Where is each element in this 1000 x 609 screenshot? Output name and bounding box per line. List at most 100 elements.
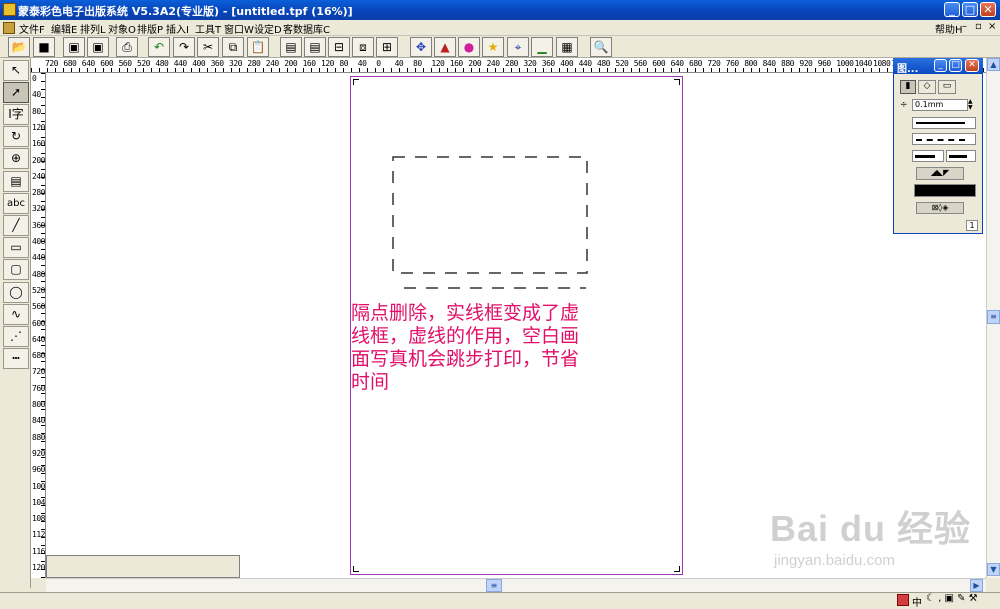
import-button[interactable]: ▣ (63, 37, 85, 57)
watermark-url: jingyan.baidu.com (774, 552, 895, 569)
doc-restore-button[interactable]: ▫ (975, 21, 982, 32)
curve-icon: ∿ (10, 307, 22, 321)
panel-tab-shadow[interactable]: ▭ (938, 80, 956, 94)
map-button[interactable]: ⌖ (507, 37, 529, 57)
ellipse-tool[interactable]: ◯ (3, 282, 29, 303)
arrange-icon: ⊞ (381, 40, 393, 54)
ime-tools-icon[interactable]: ☾ ‚ ▣ ✎ ⚒ (926, 593, 978, 604)
menu-insert[interactable]: 插入I (166, 21, 189, 36)
group-button[interactable]: ⧈ (352, 37, 374, 57)
horizontal-scrollbar[interactable]: ≡ ▶ (46, 578, 986, 592)
move-button[interactable]: ✥ (410, 37, 432, 57)
abc-tool[interactable]: abc (3, 193, 29, 214)
vertical-ruler: 0 40 80 120 160 200 240 280 320 360 400 440 480 520 56… (31, 73, 46, 578)
join-style-buttons[interactable]: ◢◣◤ (916, 167, 964, 180)
vscroll-thumb[interactable]: ≡ (987, 310, 1000, 324)
doc-minimize-button[interactable]: – (962, 21, 967, 32)
group-icon: ⧈ (359, 40, 367, 54)
ime-icon[interactable] (897, 594, 909, 606)
menu-settings[interactable]: 设定D (254, 21, 282, 36)
undo-button[interactable]: ↶ (148, 37, 170, 57)
star-button[interactable]: ★ (482, 37, 504, 57)
panel-tab-fill[interactable]: ◇ (918, 80, 936, 94)
rounded-rect-icon: ▢ (10, 262, 22, 276)
hscroll-thumb[interactable]: ≡ (486, 579, 502, 592)
paste-button[interactable]: 📋 (247, 37, 269, 57)
menu-arrange[interactable]: 排列L (80, 21, 106, 36)
dashed-frame[interactable] (392, 156, 588, 291)
zoom-tool[interactable]: ⊕ (3, 148, 29, 169)
export-button[interactable]: ▣ (87, 37, 109, 57)
line-width-icon: ÷ (900, 100, 908, 110)
undo-icon: ↶ (153, 40, 165, 54)
menu-help[interactable]: 帮助H (935, 21, 963, 36)
pen-options-icon: ⊠◊◈ (931, 203, 949, 212)
end-arrow-select[interactable] (946, 150, 976, 162)
frame2-button[interactable]: ▤ (304, 37, 326, 57)
select-tool[interactable]: ➚ (3, 82, 29, 103)
vertical-scrollbar[interactable]: ▲ ≡ ▼ (986, 58, 1000, 578)
arrange-button[interactable]: ⊞ (376, 37, 398, 57)
table-button[interactable]: ▦ (556, 37, 578, 57)
color-wheel-button[interactable]: ● (458, 37, 480, 57)
rotate-tool[interactable]: ↻ (3, 126, 29, 147)
hruler-label: 320 (229, 59, 242, 68)
menu-window[interactable]: 窗口W (224, 21, 254, 36)
scroll-up-button[interactable]: ▲ (987, 58, 1000, 71)
print-button[interactable]: ⎙ (116, 37, 138, 57)
panel-tab-pen[interactable]: ▮ (900, 80, 916, 94)
rounded-rect-tool[interactable]: ▢ (3, 259, 29, 280)
app-icon[interactable] (3, 3, 16, 16)
arrow-tool[interactable]: ↖ (3, 60, 29, 81)
align-button[interactable]: ⊟ (328, 37, 350, 57)
hruler-label: 280 (505, 59, 518, 68)
rect-tool[interactable]: ▭ (3, 237, 29, 258)
line-color-select[interactable] (914, 184, 976, 197)
vruler-label: 80 (32, 106, 41, 116)
shadow-icon: ▭ (942, 81, 952, 91)
doc-icon[interactable] (3, 22, 15, 34)
preview-button[interactable]: 🔍 (590, 37, 612, 57)
line-width-spinner[interactable]: ▲ ▼ (968, 99, 976, 111)
panel-maximize-button[interactable]: □ (949, 59, 962, 72)
doc-close-button[interactable]: × (988, 21, 996, 32)
export-icon: ▣ (92, 40, 104, 54)
hruler-label: 600 (100, 59, 114, 68)
close-button[interactable]: ✕ (980, 2, 996, 17)
text-tool[interactable]: I字 (3, 104, 29, 125)
layer-button[interactable]: ▁ (531, 37, 553, 57)
line-style-select[interactable] (912, 117, 976, 129)
maximize-button[interactable]: □ (962, 2, 978, 17)
panel-page-indicator[interactable]: 1 (966, 220, 978, 231)
menu-object[interactable]: 对象O (108, 21, 136, 36)
dash-style-select[interactable] (912, 133, 976, 145)
polyline-tool[interactable]: ⋰ (3, 326, 29, 347)
copy-button[interactable]: ⧉ (222, 37, 244, 57)
panel-close-button[interactable]: ✕ (965, 59, 979, 72)
pen-options-button[interactable]: ⊠◊◈ (916, 202, 964, 214)
cut-button[interactable]: ✂ (197, 37, 219, 57)
menu-database[interactable]: 客数据库C (283, 21, 330, 36)
save-button[interactable]: ■ (33, 37, 55, 57)
dotted-tool[interactable]: ┅ (3, 348, 29, 369)
page-tool[interactable]: ▤ (3, 171, 29, 192)
curve-tool[interactable]: ∿ (3, 304, 29, 325)
frame-button[interactable]: ▤ (280, 37, 302, 57)
start-arrow-select[interactable] (912, 150, 944, 162)
menu-edit[interactable]: 编辑E (51, 21, 77, 36)
copy-icon: ⧉ (228, 40, 238, 54)
select-icon: ➚ (10, 85, 22, 99)
panel-minimize-button[interactable]: _ (934, 59, 947, 72)
menu-layout[interactable]: 排版P (137, 21, 163, 36)
menu-tools[interactable]: 工具T (195, 21, 221, 36)
scroll-down-button[interactable]: ▼ (987, 563, 1000, 576)
line-tool[interactable]: ╱ (3, 215, 29, 236)
redo-button[interactable]: ↷ (173, 37, 195, 57)
watermark-brand: Bai du 经验 (770, 508, 972, 549)
open-button[interactable]: 📂 (8, 37, 30, 57)
scroll-right-button[interactable]: ▶ (970, 579, 983, 592)
shape-color-button[interactable]: ▲ (434, 37, 456, 57)
line-width-input[interactable]: 0.1mm (912, 99, 968, 111)
menu-file[interactable]: 文件F (19, 21, 45, 36)
minimize-button[interactable]: _ (944, 2, 960, 17)
